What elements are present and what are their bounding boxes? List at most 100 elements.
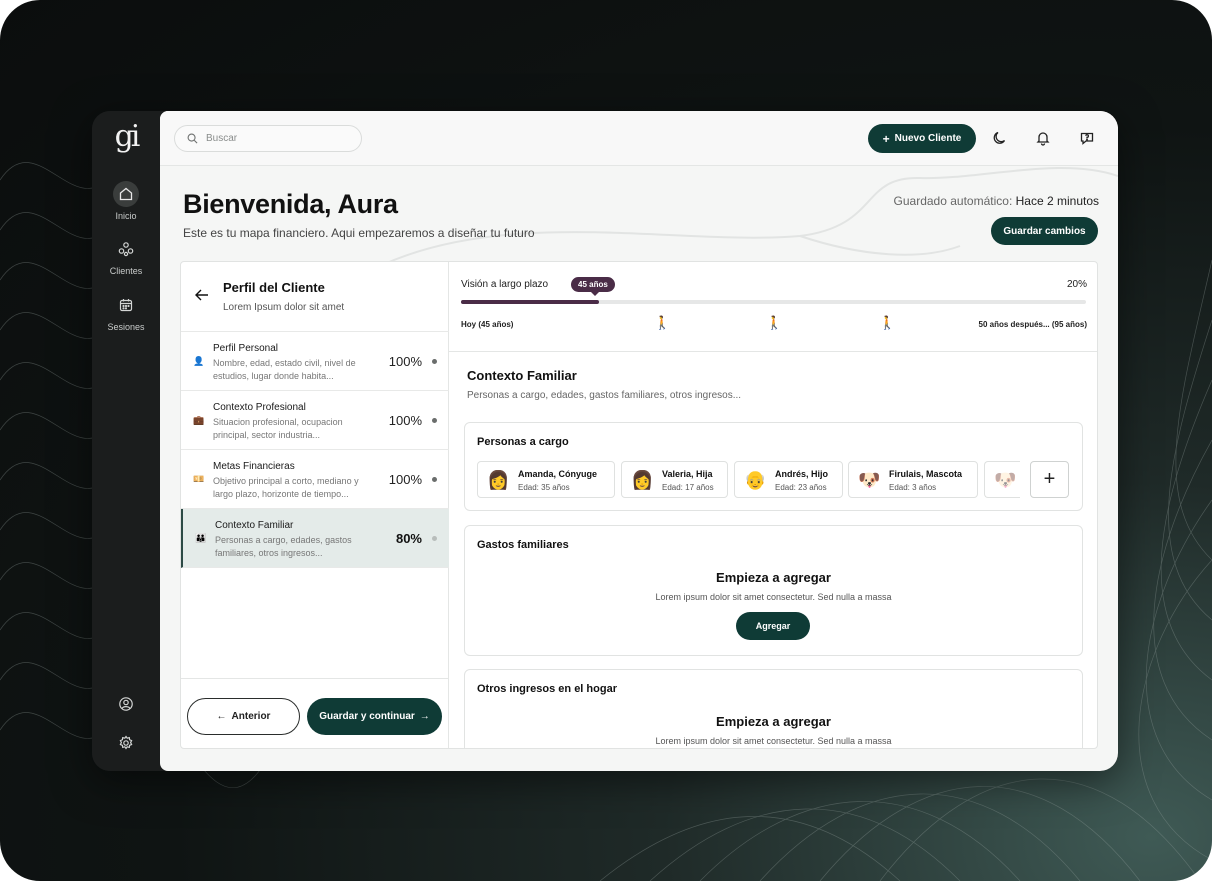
gear-icon[interactable]: [113, 730, 139, 756]
dependent-card[interactable]: 👩 Amanda, Cónyuge Edad: 35 años: [477, 461, 615, 498]
expenses-card: Gastos familiares Empieza a agregar Lore…: [464, 525, 1083, 656]
add-expense-button[interactable]: Agregar: [736, 612, 810, 640]
sidebar-item-inicio[interactable]: Inicio: [92, 181, 160, 221]
moon-icon[interactable]: [990, 128, 1010, 148]
age-badge: 45 años: [571, 277, 615, 296]
profile-panel-title: Perfil del Cliente: [223, 280, 325, 295]
page-subtitle: Este es tu mapa financiero. Aqui empezar…: [183, 226, 535, 240]
step-title: Perfil Personal: [213, 343, 279, 354]
person-icon: 👤: [193, 356, 205, 366]
profile-panel-subtitle: Lorem Ipsum dolor sit amet: [223, 302, 345, 313]
avatar: 🐶: [858, 470, 881, 490]
empty-state-title: Empieza a agregar: [716, 570, 831, 585]
walking-person-icon: 🚶: [766, 315, 783, 330]
background-frame: gi Inicio Clientes Sesiones Buscar + Nue…: [0, 0, 1212, 881]
app-logo[interactable]: gi: [92, 119, 160, 154]
card-title: Otros ingresos en el hogar: [477, 683, 617, 695]
family-section-header: Contexto Familiar Personas a cargo, edad…: [467, 368, 741, 401]
card-title: Personas a cargo: [477, 436, 569, 448]
step-contexto-familiar[interactable]: 👪 Contexto Familiar Personas a cargo, ed…: [181, 509, 449, 568]
step-description: Situacion profesional, ocupacion princip…: [213, 417, 343, 440]
empty-state-title: Empieza a agregar: [716, 714, 831, 729]
vision-percent: 20%: [1066, 279, 1087, 290]
dependent-name: Amanda, Cónyuge: [518, 469, 598, 479]
previous-button[interactable]: ← Anterior: [187, 698, 300, 735]
dependent-age: Edad: 3 años: [889, 483, 937, 492]
save-continue-button[interactable]: Guardar y continuar →: [307, 698, 442, 735]
sidebar: gi Inicio Clientes Sesiones: [92, 111, 160, 771]
empty-state-text: Lorem ipsum dolor sit amet consectetur. …: [655, 592, 892, 602]
dependent-age: Edad: 17 años: [662, 483, 714, 492]
step-percent: 100%: [388, 413, 422, 428]
previous-label: Anterior: [231, 711, 271, 722]
vision-label: Visión a largo plazo: [461, 279, 549, 290]
walking-person-icon: 🚶: [654, 315, 671, 330]
sidebar-item-label: Sesiones: [107, 322, 145, 332]
search-box[interactable]: [174, 125, 362, 152]
step-title: Contexto Familiar: [215, 520, 294, 531]
timeline-end-label: 50 años después... (95 años): [978, 320, 1087, 329]
dependent-name: Valeria, Hija: [662, 469, 713, 479]
walking-person-icon: 🚶: [879, 315, 896, 330]
clients-icon: [113, 236, 139, 262]
new-client-button[interactable]: + Nuevo Cliente: [868, 124, 976, 153]
plus-icon: +: [882, 131, 890, 146]
step-status-dot: [432, 536, 437, 541]
dependents-card: Personas a cargo 👩 Amanda, Cónyuge Edad:…: [464, 422, 1083, 511]
step-contexto-profesional[interactable]: 💼 Contexto Profesional Situacion profesi…: [181, 391, 449, 450]
arrow-left-icon: ←: [216, 711, 227, 722]
vision-progress-track: [461, 300, 1086, 304]
profile-panel: Perfil del Cliente Lorem Ipsum dolor sit…: [181, 262, 449, 748]
dependent-card[interactable]: 👴 Andrés, Hijo Edad: 23 años: [734, 461, 843, 498]
dependent-card[interactable]: 🐶 Firulais, Mascota Edad: 3 años: [848, 461, 978, 498]
section-title: Contexto Familiar: [467, 368, 577, 383]
step-perfil-personal[interactable]: 👤 Perfil Personal Nombre, edad, estado c…: [181, 332, 449, 391]
back-arrow-icon[interactable]: [193, 286, 211, 304]
step-status-dot: [432, 418, 437, 423]
sidebar-item-sesiones[interactable]: Sesiones: [92, 292, 160, 332]
dependent-card-partial[interactable]: 🐶: [984, 461, 1020, 498]
family-icon: 👪: [195, 533, 207, 543]
dependent-name: Andrés, Hijo: [775, 469, 829, 479]
step-percent: 80%: [395, 531, 422, 546]
dog-icon: 🐶: [994, 470, 1017, 490]
save-continue-label: Guardar y continuar: [319, 711, 415, 722]
empty-state-text: Lorem ipsum dolor sit amet consectetur. …: [655, 736, 892, 746]
money-icon: 💴: [193, 474, 205, 484]
dependent-card[interactable]: 👩 Valeria, Hija Edad: 17 años: [621, 461, 728, 498]
page-title: Bienvenida, Aura: [183, 189, 398, 219]
autosave-value: Hace 2 minutos: [1015, 194, 1099, 208]
help-icon[interactable]: [1077, 128, 1097, 148]
section-subtitle: Personas a cargo, edades, gastos familia…: [467, 390, 742, 401]
sidebar-item-label: Inicio: [115, 211, 137, 221]
autosave-label: Guardado automático:: [893, 194, 1013, 208]
dependent-age: Edad: 35 años: [518, 483, 570, 492]
search-icon: [187, 133, 198, 144]
top-bar: + Nuevo Cliente: [160, 111, 1118, 166]
step-title: Metas Financieras: [213, 461, 295, 472]
bell-icon[interactable]: [1033, 128, 1053, 148]
step-percent: 100%: [388, 472, 422, 487]
step-metas-financieras[interactable]: 💴 Metas Financieras Objetivo principal a…: [181, 450, 449, 509]
step-description: Objetivo principal a corto, mediano y la…: [213, 476, 359, 499]
sidebar-item-label: Clientes: [109, 266, 143, 276]
search-input[interactable]: [206, 133, 356, 144]
arrow-right-icon: →: [419, 711, 430, 722]
other-income-card: Otros ingresos en el hogar Empieza a agr…: [464, 669, 1083, 748]
app-window: gi Inicio Clientes Sesiones Buscar + Nue…: [92, 111, 1118, 771]
step-status-dot: [432, 477, 437, 482]
step-description: Personas a cargo, edades, gastos familia…: [215, 535, 352, 558]
step-percent: 100%: [388, 354, 422, 369]
add-dependent-button[interactable]: +: [1030, 461, 1069, 498]
briefcase-icon: 💼: [193, 415, 205, 425]
sidebar-item-clientes[interactable]: Clientes: [92, 236, 160, 276]
vision-timeline: Visión a largo plazo 45 años 20% Hoy (45…: [449, 262, 1097, 352]
step-description: Nombre, edad, estado civil, nivel de est…: [213, 358, 356, 381]
new-client-label: Nuevo Cliente: [894, 133, 962, 144]
family-context-panel: Visión a largo plazo 45 años 20% Hoy (45…: [449, 262, 1097, 748]
user-icon[interactable]: [113, 691, 139, 717]
profile-panel-header: Perfil del Cliente Lorem Ipsum dolor sit…: [181, 262, 449, 332]
save-changes-button[interactable]: Guardar cambios: [991, 217, 1098, 245]
dependent-age: Edad: 23 años: [775, 483, 827, 492]
avatar: 👩: [631, 470, 654, 490]
